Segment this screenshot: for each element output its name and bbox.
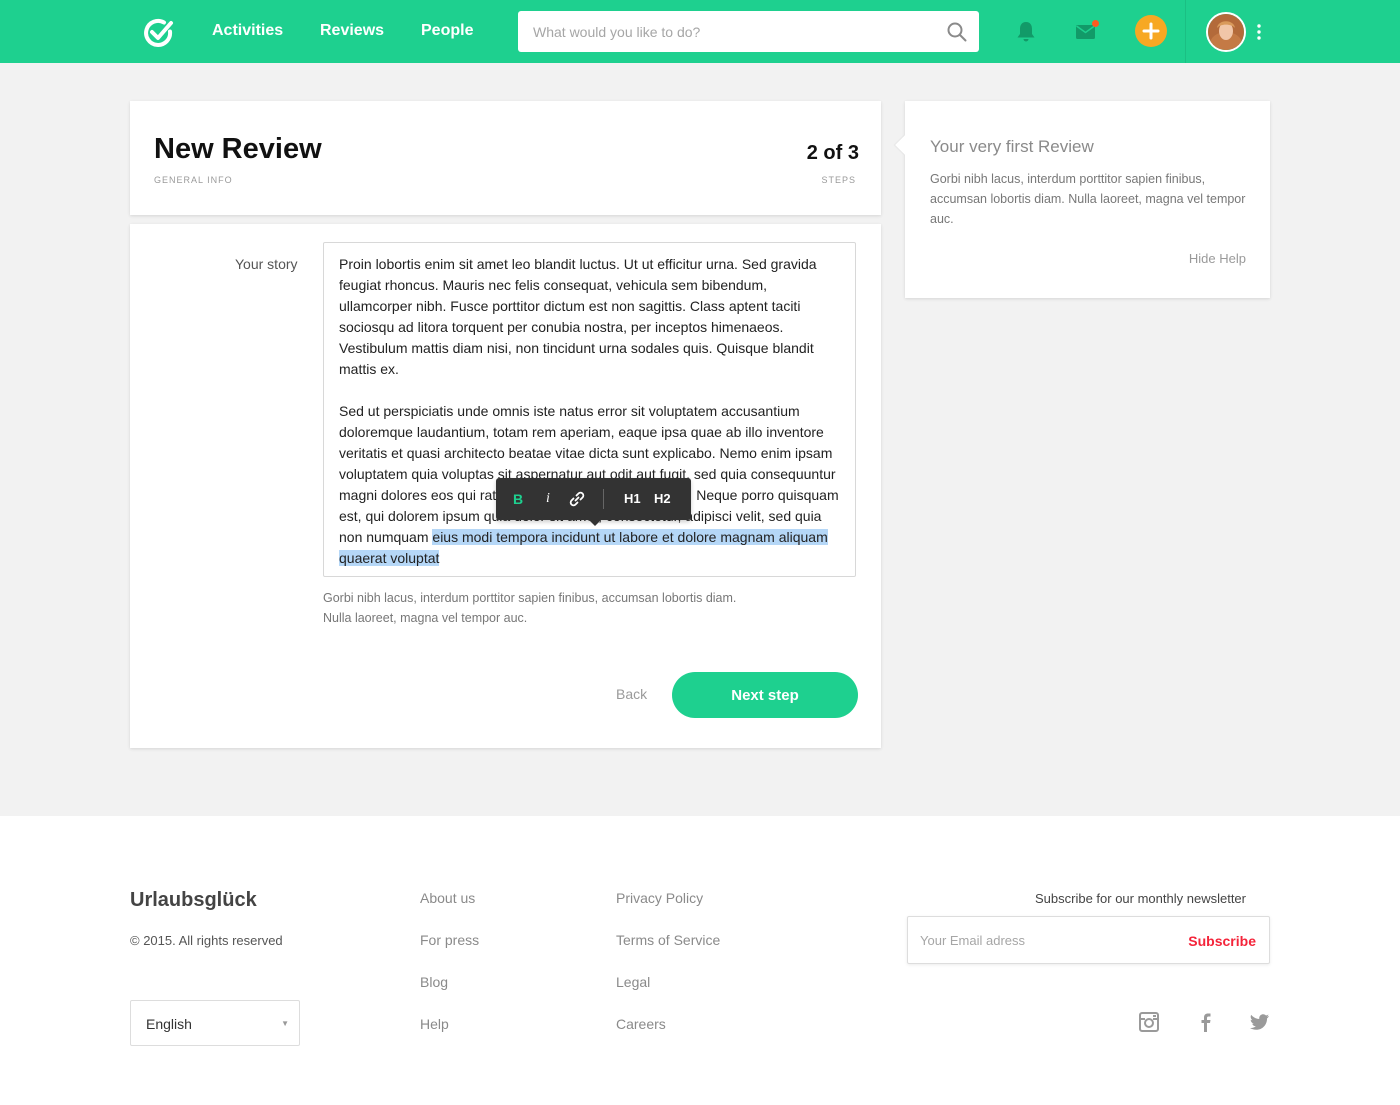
- plus-icon: [1142, 22, 1160, 40]
- help-card: Your very first Review Gorbi nibh lacus,…: [905, 101, 1270, 298]
- add-button[interactable]: [1135, 15, 1167, 47]
- step-label: STEPS: [821, 175, 856, 185]
- footer-link-blog[interactable]: Blog: [420, 974, 448, 990]
- format-toolbar: B i H1 H2: [496, 478, 691, 526]
- subscribe-button[interactable]: Subscribe: [1188, 933, 1256, 949]
- help-text: Gorbi nibh lacus, interdum porttitor sap…: [930, 172, 1246, 226]
- story-hint-line-1: Gorbi nibh lacus, interdum porttitor sap…: [323, 591, 737, 605]
- nav-people[interactable]: People: [421, 22, 473, 40]
- review-form-card: Your story Proin lobortis enim sit amet …: [130, 224, 881, 748]
- toolbar-divider: [603, 489, 604, 509]
- newsletter-email-input[interactable]: [920, 917, 1170, 963]
- avatar[interactable]: [1206, 12, 1246, 52]
- h2-button[interactable]: H2: [654, 489, 671, 509]
- story-label: Your story: [235, 256, 298, 272]
- story-editor[interactable]: Proin lobortis enim sit amet leo blandit…: [323, 242, 856, 577]
- footer-link-help[interactable]: Help: [420, 1016, 449, 1032]
- footer-link-legal[interactable]: Legal: [616, 974, 650, 990]
- footer-link-terms[interactable]: Terms of Service: [616, 932, 720, 948]
- search-icon[interactable]: [947, 22, 967, 42]
- newsletter-form: Subscribe: [907, 916, 1270, 964]
- hide-help-link[interactable]: Hide Help: [1189, 251, 1246, 266]
- search-input[interactable]: [533, 11, 933, 52]
- newsletter-label: Subscribe for our monthly newsletter: [1035, 891, 1246, 906]
- copyright: © 2015. All rights reserved: [130, 933, 283, 948]
- nav-reviews[interactable]: Reviews: [320, 22, 384, 40]
- step-count: 2 of 3: [806, 142, 859, 164]
- mail-icon[interactable]: [1075, 20, 1099, 40]
- language-value: English: [146, 1016, 192, 1032]
- page-subtitle: GENERAL INFO: [154, 175, 233, 185]
- user-avatar-image: [1208, 14, 1244, 50]
- italic-button[interactable]: i: [546, 489, 550, 509]
- nav-divider: [1185, 0, 1186, 63]
- footer: Urlaubsglück © 2015. All rights reserved…: [0, 816, 1400, 1105]
- facebook-icon[interactable]: [1196, 1012, 1216, 1032]
- story-hint-line-2: Nulla laoreet, magna vel tempor auc.: [323, 611, 528, 625]
- footer-link-about[interactable]: About us: [420, 890, 475, 906]
- twitter-icon[interactable]: [1250, 1012, 1270, 1032]
- chevron-down-icon: ▼: [281, 1019, 289, 1028]
- footer-brand: Urlaubsglück: [130, 889, 257, 911]
- story-paragraph-1: Proin lobortis enim sit amet leo blandit…: [339, 256, 817, 377]
- logo-check-icon[interactable]: [143, 17, 175, 49]
- page-title: New Review: [154, 133, 322, 165]
- back-button[interactable]: Back: [616, 686, 647, 702]
- bell-icon[interactable]: [1016, 21, 1036, 43]
- review-header-card: New Review GENERAL INFO 2 of 3 STEPS: [130, 101, 881, 215]
- next-step-button[interactable]: Next step: [672, 672, 858, 718]
- footer-link-privacy[interactable]: Privacy Policy: [616, 890, 703, 906]
- search-box: [518, 11, 979, 52]
- story-hint: Gorbi nibh lacus, interdum porttitor sap…: [323, 588, 736, 628]
- more-menu-icon[interactable]: [1253, 22, 1265, 42]
- footer-link-press[interactable]: For press: [420, 932, 479, 948]
- bold-button[interactable]: B: [513, 489, 523, 509]
- nav-activities[interactable]: Activities: [212, 22, 283, 40]
- link-icon[interactable]: [569, 491, 585, 507]
- instagram-icon[interactable]: [1139, 1012, 1159, 1032]
- top-navigation-bar: Activities Reviews People: [0, 0, 1400, 63]
- footer-link-careers[interactable]: Careers: [616, 1016, 666, 1032]
- h1-button[interactable]: H1: [624, 489, 641, 509]
- language-select[interactable]: English ▼: [130, 1000, 300, 1046]
- help-title: Your very first Review: [930, 137, 1094, 156]
